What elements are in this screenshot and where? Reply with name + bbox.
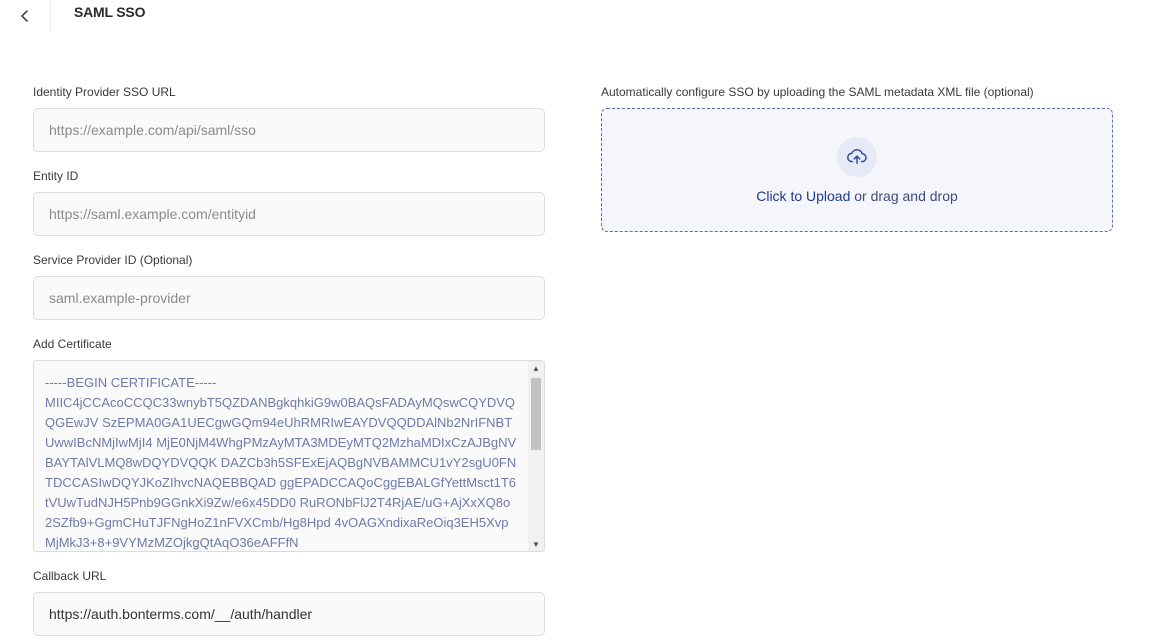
sp-id-input[interactable] <box>33 276 545 320</box>
scroll-up-icon[interactable]: ▲ <box>528 361 544 375</box>
scroll-down-icon[interactable]: ▼ <box>528 537 544 551</box>
page-title: SAML SSO <box>74 4 146 20</box>
certificate-textarea[interactable]: -----BEGIN CERTIFICATE----- MIIC4jCCAcoC… <box>33 360 545 552</box>
upload-instructions: Click to Upload or drag and drop <box>602 188 1112 204</box>
upload-label: Automatically configure SSO by uploading… <box>601 85 1034 99</box>
entity-id-input[interactable] <box>33 192 545 236</box>
scroll-thumb[interactable] <box>531 378 541 450</box>
sp-id-label: Service Provider ID (Optional) <box>33 253 193 267</box>
certificate-text: -----BEGIN CERTIFICATE----- MIIC4jCCAcoC… <box>45 375 517 550</box>
certificate-scrollbar[interactable]: ▲ ▼ <box>528 361 544 551</box>
entity-id-label: Entity ID <box>33 169 79 183</box>
callback-url-label: Callback URL <box>33 569 107 583</box>
saml-form-panel: Identity Provider SSO URL Entity ID Serv… <box>0 50 1158 644</box>
back-button[interactable] <box>0 0 51 32</box>
click-to-upload-link[interactable]: Click to Upload <box>756 188 850 204</box>
idp-url-input[interactable] <box>33 108 545 152</box>
drag-drop-text: or drag and drop <box>850 188 958 204</box>
top-bar: SAML SSO <box>0 0 1158 50</box>
certificate-label: Add Certificate <box>33 337 112 351</box>
chevron-left-icon <box>21 10 28 22</box>
metadata-dropzone[interactable]: Click to Upload or drag and drop <box>601 108 1113 232</box>
idp-url-label: Identity Provider SSO URL <box>33 85 176 99</box>
cloud-upload-icon <box>837 137 877 177</box>
callback-url-input[interactable] <box>33 592 545 636</box>
